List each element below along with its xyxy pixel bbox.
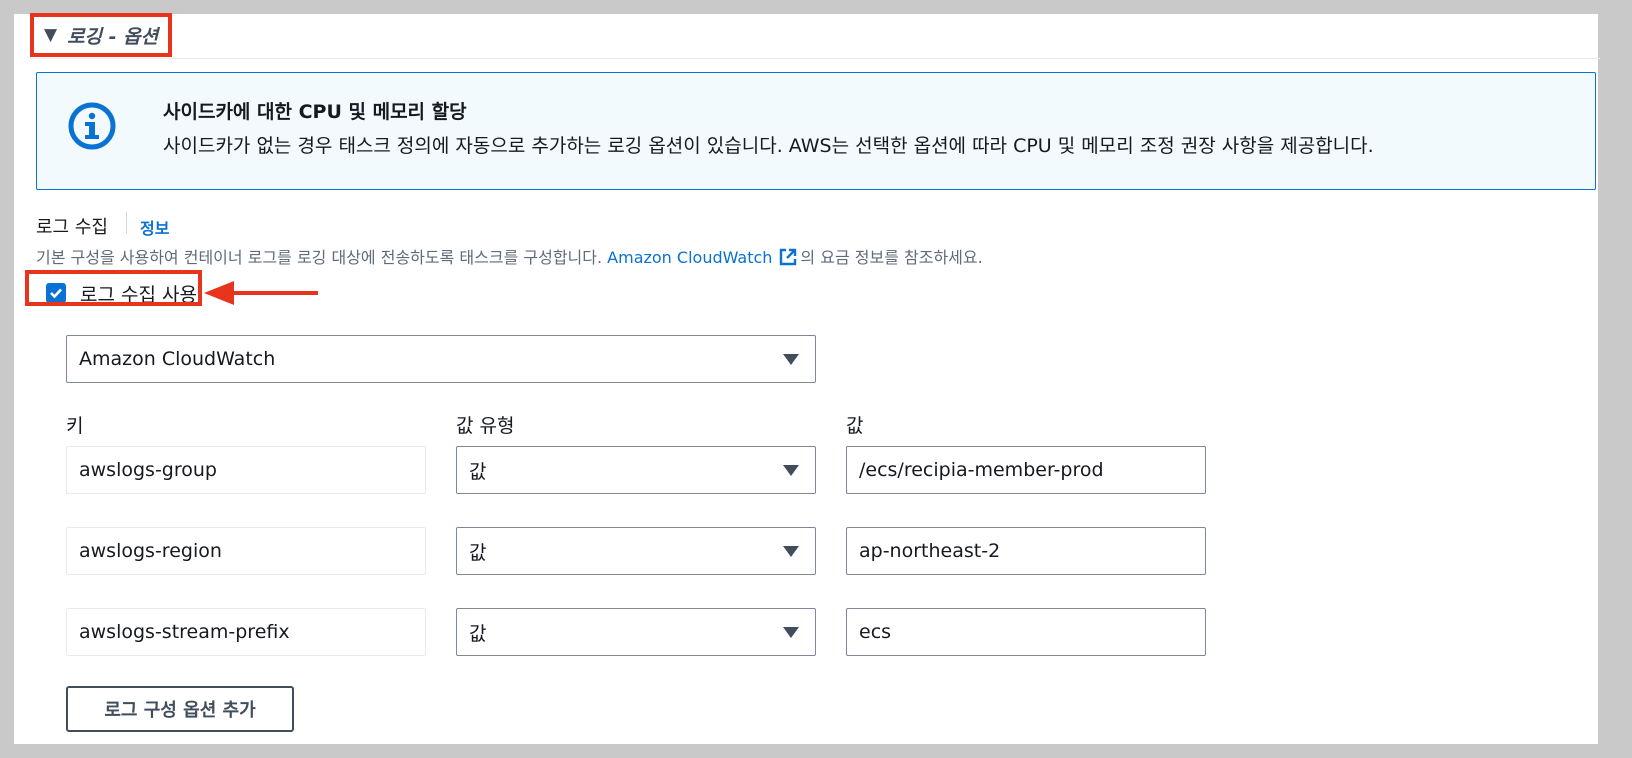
option-value-input[interactable]: ap-northeast-2 [846, 527, 1206, 575]
info-icon [68, 102, 116, 150]
log-destination-value: Amazon CloudWatch [79, 348, 276, 370]
value-type-selected: 값 [469, 541, 487, 564]
column-header-key: 키 [66, 415, 84, 437]
log-collection-description: 기본 구성을 사용하여 컨테이너 로그를 로깅 대상에 전송하도록 태스크를 구… [36, 244, 983, 268]
cloudwatch-link-text: Amazon CloudWatch [607, 248, 773, 267]
option-value-type-select[interactable]: 값 [456, 608, 816, 656]
caret-down-icon [783, 627, 799, 638]
caret-down-icon [783, 354, 799, 365]
option-value-type-select[interactable]: 값 [456, 527, 816, 575]
option-key-field: awslogs-region [66, 527, 426, 575]
description-prefix: 기본 구성을 사용하여 컨테이너 로그를 로깅 대상에 전송하도록 태스크를 구… [36, 248, 608, 267]
column-header-value: 값 [846, 415, 864, 437]
alert-body: 사이드카가 없는 경우 태스크 정의에 자동으로 추가하는 로깅 옵션이 있습니… [163, 135, 1374, 157]
add-log-option-button[interactable]: 로그 구성 옵션 추가 [66, 686, 294, 732]
annotation-box-header [30, 13, 172, 57]
option-key-field: awslogs-stream-prefix [66, 608, 426, 656]
option-value-type-select[interactable]: 값 [456, 446, 816, 494]
option-value-input[interactable]: ecs [846, 608, 1206, 656]
caret-down-icon [783, 546, 799, 557]
label-separator [126, 212, 127, 234]
external-link-icon [780, 248, 797, 266]
value-type-selected: 값 [469, 460, 487, 483]
alert-title: 사이드카에 대한 CPU 및 메모리 할당 [163, 101, 467, 123]
section-divider [30, 58, 1600, 59]
annotation-box-checkbox [25, 270, 202, 306]
description-suffix: 의 요금 정보를 참조하세요. [800, 248, 983, 267]
info-alert: 사이드카에 대한 CPU 및 메모리 할당 사이드카가 없는 경우 태스크 정의… [36, 72, 1596, 190]
annotation-arrow [204, 281, 318, 305]
log-destination-select[interactable]: Amazon CloudWatch [66, 335, 816, 383]
log-collection-label: 로그 수집 [36, 217, 108, 238]
value-type-selected: 값 [469, 622, 487, 645]
option-key-field: awslogs-group [66, 446, 426, 494]
info-link[interactable]: 정보 [140, 215, 169, 239]
caret-down-icon [783, 465, 799, 476]
cloudwatch-pricing-link[interactable]: Amazon CloudWatch [607, 248, 800, 267]
option-value-input[interactable]: /ecs/recipia-member-prod [846, 446, 1206, 494]
column-header-value-type: 값 유형 [456, 415, 515, 437]
